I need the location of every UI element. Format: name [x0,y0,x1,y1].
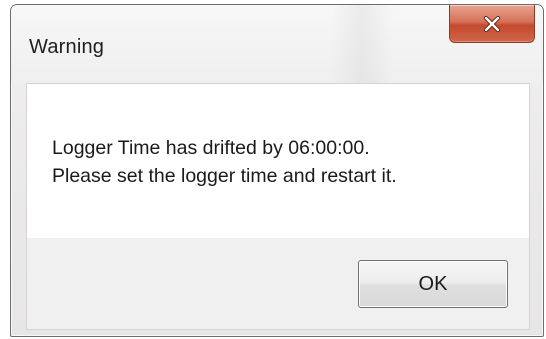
message-area: Logger Time has drifted by 06:00:00. Ple… [27,84,529,238]
warning-dialog: Warning Logger Time has drifted by 06:00… [10,4,544,337]
ok-button[interactable]: OK [358,260,508,308]
warning-message: Logger Time has drifted by 06:00:00. Ple… [52,134,397,190]
close-x-icon [482,15,502,32]
dialog-title: Warning [29,36,105,58]
close-button[interactable] [449,5,535,43]
message-line-2: Please set the logger time and restart i… [52,165,397,187]
title-bar[interactable]: Warning [11,5,543,83]
message-line-1: Logger Time has drifted by 06:00:00. [52,137,370,159]
dialog-body: Logger Time has drifted by 06:00:00. Ple… [26,83,530,330]
